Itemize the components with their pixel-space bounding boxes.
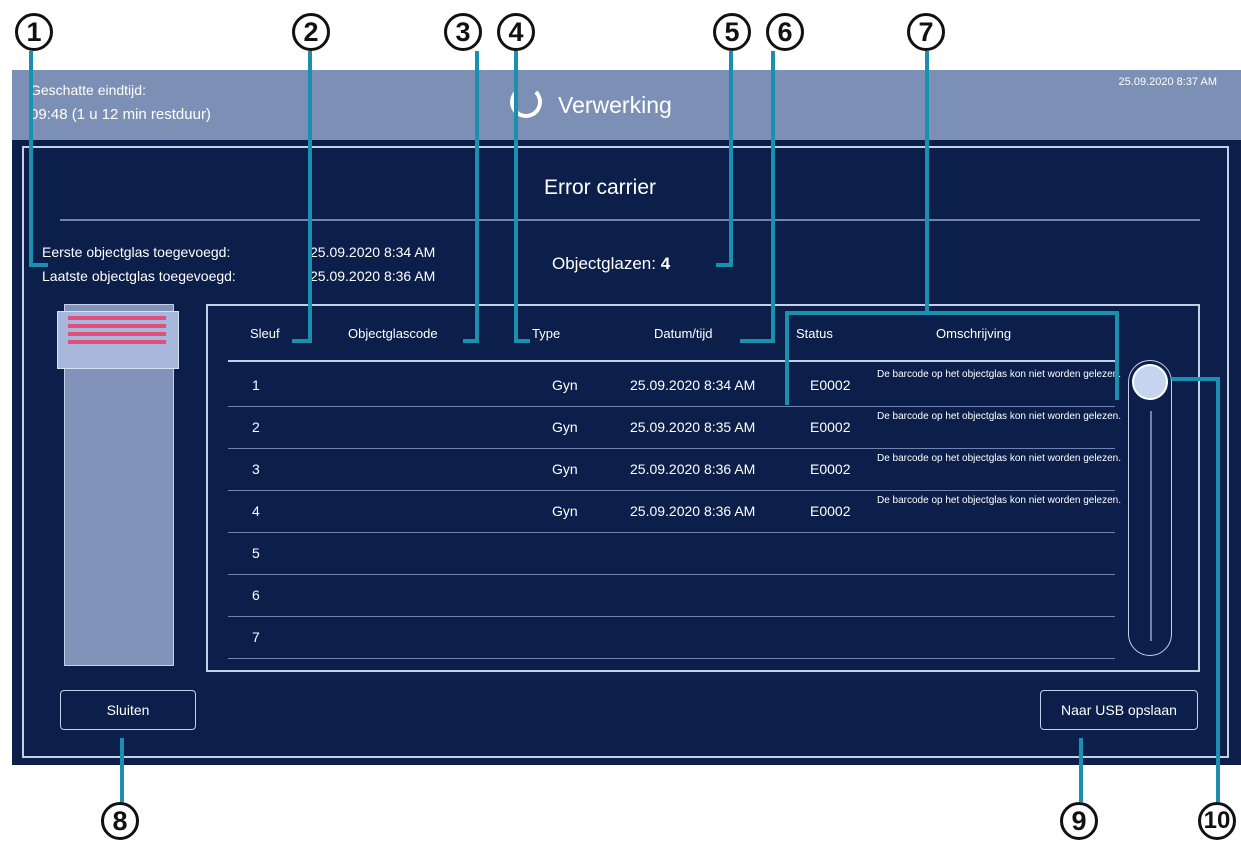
cell-type: Gyn	[552, 503, 578, 519]
slide-count: Objectglazen: 4	[552, 254, 670, 274]
table-row[interactable]: 5	[228, 532, 1115, 573]
cell-datetime: 25.09.2020 8:34 AM	[630, 377, 756, 393]
estimated-end-label: Geschatte eindtijd:	[30, 82, 146, 98]
cell-status: E0002	[810, 377, 851, 393]
clock: 25.09.2020 8:37 AM	[1118, 76, 1217, 88]
cell-slot: 2	[252, 419, 260, 435]
column-header-code: Objectglascode	[348, 326, 438, 341]
cell-description: De barcode op het objectglas kon niet wo…	[876, 495, 1122, 506]
first-slide-added: Eerste objectglas toegevoegd: 25.09.2020 …	[42, 244, 435, 260]
callout-6: 6	[766, 13, 804, 51]
cell-description: De barcode op het objectglas kon niet wo…	[876, 453, 1122, 464]
cell-slot: 3	[252, 461, 260, 477]
row-divider	[228, 658, 1115, 659]
last-slide-added: Laatste objectglas toegevoegd: 25.09.2020…	[42, 268, 435, 284]
processing-title: Verwerking	[558, 92, 672, 118]
table-row[interactable]: 6	[228, 574, 1115, 615]
processing-spinner-icon	[510, 86, 542, 118]
cell-datetime: 25.09.2020 8:36 AM	[630, 461, 756, 477]
cell-status: E0002	[810, 461, 851, 477]
cell-slot: 5	[252, 545, 260, 561]
scrollbar-thumb[interactable]	[1132, 364, 1168, 400]
column-header-type: Type	[532, 326, 561, 341]
title-divider	[60, 219, 1200, 221]
error-carrier-dialog: Error carrier Eerste objectglas toegevoe…	[22, 146, 1229, 758]
callout-10: 10	[1198, 802, 1236, 840]
cell-type: Gyn	[552, 461, 578, 477]
slide-count-value: 4	[660, 254, 671, 273]
table-row[interactable]: 1 Gyn 25.09.2020 8:34 AM E0002 De barcode op…	[228, 364, 1121, 405]
callout-3: 3	[444, 13, 482, 51]
table-row[interactable]: 7	[228, 616, 1115, 657]
device-screen: Geschatte eindtijd: 09:48 (1 u 12 min re…	[12, 70, 1241, 765]
column-header-slot: Sleuf	[250, 326, 280, 341]
slide-bar	[68, 340, 166, 344]
cell-datetime: 25.09.2020 8:36 AM	[630, 503, 756, 519]
cell-slot: 1	[252, 377, 260, 393]
carrier-graphic	[57, 304, 179, 666]
slide-bar	[68, 316, 166, 320]
cell-description: De barcode op het objectglas kon niet wo…	[876, 369, 1122, 380]
header-divider	[228, 360, 1115, 362]
last-slide-value: 25.09.2020 8:36 AM	[310, 268, 436, 284]
slide-bar	[68, 324, 166, 328]
cell-slot: 4	[252, 503, 260, 519]
cell-type: Gyn	[552, 419, 578, 435]
carrier-visible-region[interactable]	[57, 311, 179, 369]
column-header-datetime: Datum/tijd	[654, 326, 713, 341]
table-row[interactable]: 3 Gyn 25.09.2020 8:36 AM E0002 De barcode op…	[228, 448, 1121, 489]
cell-slot: 6	[252, 587, 260, 603]
close-button[interactable]: Sluiten	[60, 690, 196, 730]
estimated-end-value: 09:48 (1 u 12 min restduur)	[30, 106, 211, 123]
slide-count-label: Objectglazen:	[552, 254, 656, 273]
callout-5: 5	[713, 13, 751, 51]
cell-status: E0002	[810, 503, 851, 519]
first-slide-value: 25.09.2020 8:34 AM	[310, 244, 436, 260]
callout-1: 1	[15, 13, 53, 51]
callout-7: 7	[907, 13, 945, 51]
scrollbar[interactable]	[1128, 360, 1172, 656]
callout-2: 2	[292, 13, 330, 51]
first-slide-label: Eerste objectglas toegevoegd:	[42, 244, 231, 260]
cell-type: Gyn	[552, 377, 578, 393]
column-header-status: Status	[796, 326, 833, 341]
table-row[interactable]: 4 Gyn 25.09.2020 8:36 AM E0002 De barcode op…	[228, 490, 1121, 531]
dialog-title: Error carrier	[544, 176, 657, 199]
cell-status: E0002	[810, 419, 851, 435]
cell-datetime: 25.09.2020 8:35 AM	[630, 419, 756, 435]
scrollbar-rail	[1150, 411, 1152, 641]
table-row[interactable]: 2 Gyn 25.09.2020 8:35 AM E0002 De barcode op…	[228, 406, 1121, 447]
callout-4: 4	[497, 13, 535, 51]
slide-bar	[68, 332, 166, 336]
callout-8: 8	[101, 802, 139, 840]
slide-table: Sleuf Objectglascode Type Datum/tijd Sta…	[206, 304, 1200, 672]
column-header-description: Omschrijving	[936, 326, 1012, 341]
last-slide-label: Laatste objectglas toegevoegd:	[42, 268, 236, 284]
callout-9: 9	[1060, 802, 1098, 840]
cell-description: De barcode op het objectglas kon niet wo…	[876, 411, 1122, 422]
save-to-usb-button[interactable]: Naar USB opslaan	[1040, 690, 1198, 730]
cell-slot: 7	[252, 629, 260, 645]
status-bar: Geschatte eindtijd: 09:48 (1 u 12 min re…	[12, 70, 1241, 140]
